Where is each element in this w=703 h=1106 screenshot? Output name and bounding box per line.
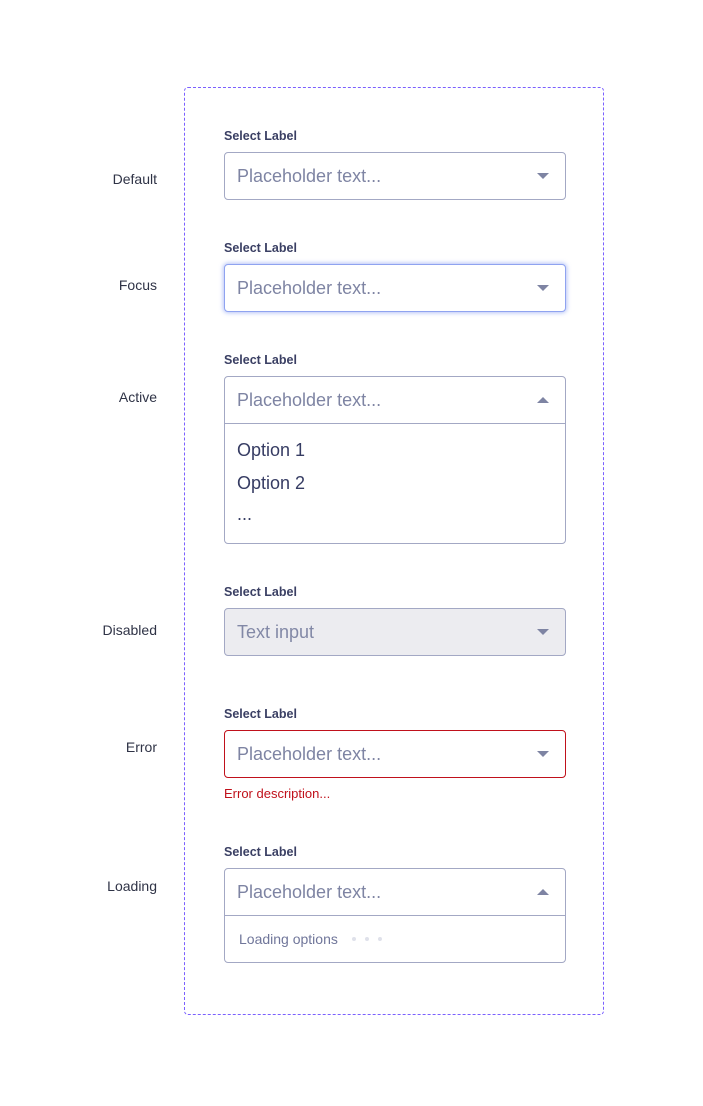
caret-up-icon xyxy=(537,397,549,403)
placeholder-text: Placeholder text... xyxy=(237,277,382,298)
select-error: Select Label Placeholder text... Error d… xyxy=(224,706,566,801)
select-focus: Select Label Placeholder text... xyxy=(224,240,566,312)
state-label-active: Active xyxy=(118,389,157,405)
field-label: Select Label xyxy=(224,845,297,859)
placeholder-text: Placeholder text... xyxy=(237,743,382,764)
select-input[interactable]: Placeholder text... xyxy=(224,264,566,312)
select-default: Select Label Placeholder text... xyxy=(224,128,566,200)
option-more: ... xyxy=(237,504,253,524)
field-label: Select Label xyxy=(224,585,297,599)
select-active: Select Label Placeholder text... Option … xyxy=(224,352,566,544)
state-label-loading: Loading xyxy=(107,878,157,894)
field-label: Select Label xyxy=(224,129,297,143)
select-input: Text input xyxy=(224,608,566,656)
option-item[interactable]: Option 2 xyxy=(237,470,553,503)
select-input[interactable]: Placeholder text... xyxy=(224,730,566,778)
loading-dot xyxy=(351,937,356,941)
caret-down-icon xyxy=(537,629,549,635)
select-input[interactable]: Placeholder text... Option 1 Option 2 ..… xyxy=(224,376,566,544)
placeholder-text: Placeholder text... xyxy=(237,389,382,410)
field-label: Select Label xyxy=(224,353,297,367)
state-label-default: Default xyxy=(112,171,157,187)
select-disabled: Select Label Text input xyxy=(224,584,566,656)
loading-text: Loading options xyxy=(239,931,338,947)
options-menu: Option 1 Option 2 ... xyxy=(225,423,565,543)
options-menu: Loading options xyxy=(225,915,565,962)
loading-spinner-icon xyxy=(351,937,382,941)
field-label: Select Label xyxy=(224,707,297,721)
loading-dot xyxy=(377,937,382,941)
select-head[interactable]: Placeholder text... xyxy=(225,153,565,199)
value-text: Text input xyxy=(237,621,315,642)
state-label-disabled: Disabled xyxy=(102,622,157,638)
error-description: Error description... xyxy=(224,786,331,801)
state-label-focus: Focus xyxy=(118,277,157,293)
select-head[interactable]: Placeholder text... xyxy=(225,731,565,777)
select-loading: Select Label Placeholder text... Loading… xyxy=(224,844,566,963)
caret-down-icon xyxy=(537,173,549,179)
placeholder-text: Placeholder text... xyxy=(237,881,382,902)
select-input[interactable]: Placeholder text... Loading options xyxy=(224,868,566,963)
loading-row: Loading options xyxy=(225,916,565,962)
option-item[interactable]: Option 1 xyxy=(237,437,553,470)
state-label-error: Error xyxy=(125,739,157,755)
select-head: Text input xyxy=(225,609,565,655)
caret-up-icon xyxy=(537,889,549,895)
caret-down-icon xyxy=(537,285,549,291)
select-head[interactable]: Placeholder text... xyxy=(225,265,565,311)
field-label: Select Label xyxy=(224,241,297,255)
select-head[interactable]: Placeholder text... xyxy=(225,869,565,915)
select-input[interactable]: Placeholder text... xyxy=(224,152,566,200)
caret-down-icon xyxy=(537,751,549,757)
select-head[interactable]: Placeholder text... xyxy=(225,377,565,423)
loading-dot xyxy=(364,937,369,941)
placeholder-text: Placeholder text... xyxy=(237,165,382,186)
